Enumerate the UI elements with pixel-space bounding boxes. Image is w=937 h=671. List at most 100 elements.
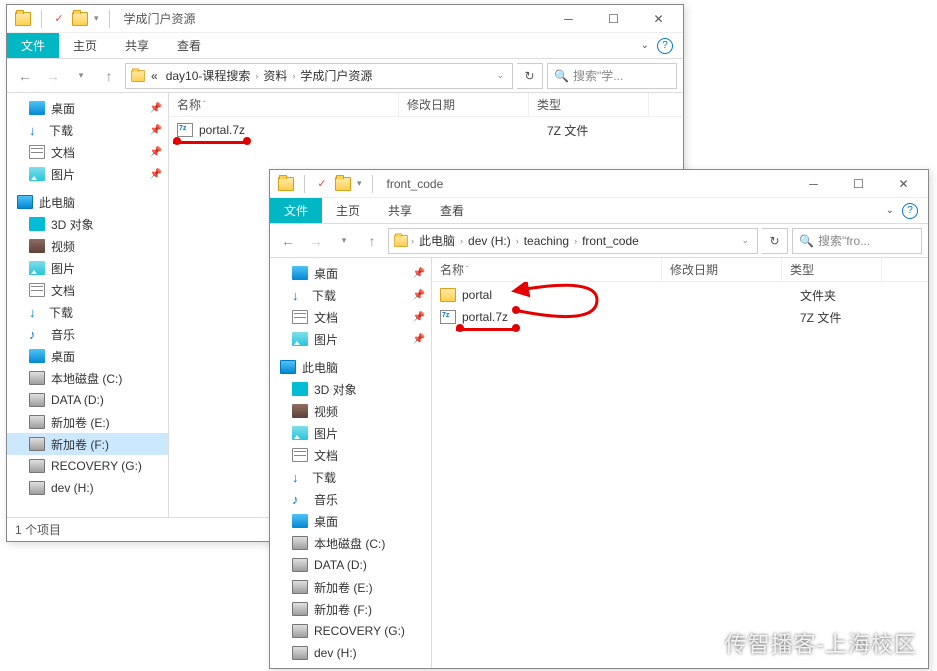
sidebar-item-drive-e[interactable]: 新加卷 (E:) — [7, 411, 168, 433]
refresh-button[interactable]: ↻ — [762, 228, 788, 254]
sidebar-item-pictures[interactable]: 图片 — [270, 422, 431, 444]
sidebar-item-thispc[interactable]: 此电脑 — [270, 356, 431, 378]
tab-view[interactable]: 查看 — [426, 198, 478, 223]
chevron-right-icon[interactable]: › — [292, 71, 295, 81]
back-button[interactable]: ← — [276, 229, 300, 253]
sidebar-item-pictures[interactable]: 图片 — [7, 257, 168, 279]
breadcrumb[interactable]: front_code — [579, 234, 642, 248]
sidebar-item-downloads[interactable]: 下载 — [7, 301, 168, 323]
minimize-button[interactable]: ─ — [546, 5, 591, 33]
chevron-right-icon[interactable]: › — [460, 236, 463, 246]
column-header-modified[interactable]: 修改日期 — [662, 258, 782, 281]
forward-button[interactable]: → — [304, 229, 328, 253]
sidebar-item-downloads[interactable]: 下载 — [270, 466, 431, 488]
sidebar-item-thispc[interactable]: 此电脑 — [7, 191, 168, 213]
chevron-down-icon[interactable]: ▾ — [357, 178, 362, 189]
sidebar-item-drive-f[interactable]: 新加卷 (F:) — [270, 598, 431, 620]
breadcrumb[interactable]: 此电脑 — [416, 232, 458, 249]
help-icon[interactable]: ? — [902, 203, 918, 219]
close-button[interactable]: ✕ — [881, 170, 926, 198]
sidebar-item-pictures[interactable]: 图片📌 — [270, 328, 431, 350]
close-button[interactable]: ✕ — [636, 5, 681, 33]
sidebar-item-drive-g[interactable]: RECOVERY (G:) — [270, 620, 431, 642]
chevron-right-icon[interactable]: › — [411, 236, 414, 246]
history-dropdown[interactable]: ▾ — [332, 229, 356, 253]
column-header-name[interactable]: 名称ˇ — [432, 258, 662, 281]
chevron-right-icon[interactable]: › — [255, 71, 258, 81]
sidebar-item-desktop[interactable]: 桌面📌 — [270, 262, 431, 284]
history-dropdown[interactable]: ▾ — [69, 64, 93, 88]
breadcrumb[interactable]: dev (H:) — [465, 234, 514, 248]
sidebar-item-downloads[interactable]: 下载📌 — [270, 284, 431, 306]
file-type: 文件夹 — [800, 287, 836, 304]
sidebar-item-drive-h[interactable]: dev (H:) — [270, 642, 431, 664]
column-header-modified[interactable]: 修改日期 — [399, 93, 529, 116]
sidebar-item-3dobjects[interactable]: 3D 对象 — [7, 213, 168, 235]
refresh-button[interactable]: ↻ — [517, 63, 543, 89]
breadcrumb[interactable]: 学成门户资源 — [297, 67, 375, 84]
tab-home[interactable]: 主页 — [322, 198, 374, 223]
sidebar-item-documents[interactable]: 文档📌 — [270, 306, 431, 328]
tab-file[interactable]: 文件 — [270, 198, 322, 223]
address-dropdown[interactable]: ⌄ — [737, 235, 753, 246]
tab-share[interactable]: 共享 — [374, 198, 426, 223]
sidebar-item-pictures[interactable]: 图片📌 — [7, 163, 168, 185]
sidebar-item-music[interactable]: 音乐 — [7, 323, 168, 345]
breadcrumb[interactable]: day10-课程搜索 — [163, 67, 254, 84]
sidebar-item-drive-c[interactable]: 本地磁盘 (C:) — [270, 532, 431, 554]
sidebar-item-drive-e[interactable]: 新加卷 (E:) — [270, 576, 431, 598]
sidebar-item-drive-h[interactable]: dev (H:) — [7, 477, 168, 499]
titlebar[interactable]: ▾ front_code ─ ☐ ✕ — [270, 170, 928, 198]
ribbon-collapse-icon[interactable]: ⌄ — [641, 40, 649, 51]
up-button[interactable]: ↑ — [360, 229, 384, 253]
sidebar-item-3dobjects[interactable]: 3D 对象 — [270, 378, 431, 400]
file-list[interactable]: portal 文件夹 portal.7z 7Z 文件 — [432, 282, 928, 668]
chevron-right-icon[interactable]: › — [574, 236, 577, 246]
titlebar[interactable]: ▾ 学成门户资源 ─ ☐ ✕ — [7, 5, 683, 33]
pin-icon: 📌 — [150, 125, 162, 136]
breadcrumb[interactable]: 资料 — [260, 67, 290, 84]
column-header-type[interactable]: 类型 — [782, 258, 882, 281]
tab-share[interactable]: 共享 — [111, 33, 163, 58]
back-button[interactable]: ← — [13, 64, 37, 88]
up-button[interactable]: ↑ — [97, 64, 121, 88]
sidebar-item-drive-d[interactable]: DATA (D:) — [270, 554, 431, 576]
sidebar-item-downloads[interactable]: 下载📌 — [7, 119, 168, 141]
address-bar[interactable]: › 此电脑 › dev (H:) › teaching › front_code… — [388, 228, 758, 254]
sidebar-item-drive-c[interactable]: 本地磁盘 (C:) — [7, 367, 168, 389]
help-icon[interactable]: ? — [657, 38, 673, 54]
sidebar-item-drive-f[interactable]: 新加卷 (F:) — [7, 433, 168, 455]
sidebar-item-drive-g[interactable]: RECOVERY (G:) — [7, 455, 168, 477]
sidebar-item-documents[interactable]: 文档📌 — [7, 141, 168, 163]
search-input[interactable]: 🔍 搜索"fro... — [792, 228, 922, 254]
chevron-down-icon[interactable]: ▾ — [94, 13, 99, 24]
sidebar-item-drive-d[interactable]: DATA (D:) — [7, 389, 168, 411]
sidebar-item-desktop[interactable]: 桌面📌 — [7, 97, 168, 119]
maximize-button[interactable]: ☐ — [836, 170, 881, 198]
sidebar-item-documents[interactable]: 文档 — [270, 444, 431, 466]
desktop-icon — [292, 514, 308, 528]
sidebar-item-documents[interactable]: 文档 — [7, 279, 168, 301]
chevron-right-icon[interactable]: › — [516, 236, 519, 246]
maximize-button[interactable]: ☐ — [591, 5, 636, 33]
minimize-button[interactable]: ─ — [791, 170, 836, 198]
tab-file[interactable]: 文件 — [7, 33, 59, 58]
breadcrumb[interactable]: teaching — [521, 234, 572, 248]
tab-home[interactable]: 主页 — [59, 33, 111, 58]
search-input[interactable]: 🔍 搜索"学... — [547, 63, 677, 89]
sidebar-item-desktop[interactable]: 桌面 — [270, 510, 431, 532]
forward-button[interactable]: → — [41, 64, 65, 88]
check-icon[interactable] — [52, 12, 66, 26]
column-header-type[interactable]: 类型 — [529, 93, 649, 116]
tab-view[interactable]: 查看 — [163, 33, 215, 58]
sidebar-item-videos[interactable]: 视频 — [7, 235, 168, 257]
check-icon[interactable] — [315, 177, 329, 191]
address-dropdown[interactable]: ⌄ — [492, 70, 508, 81]
sidebar-item-desktop[interactable]: 桌面 — [7, 345, 168, 367]
ribbon-collapse-icon[interactable]: ⌄ — [886, 205, 894, 216]
sidebar-item-label: 视频 — [51, 238, 75, 255]
sidebar-item-videos[interactable]: 视频 — [270, 400, 431, 422]
column-header-name[interactable]: 名称ˇ — [169, 93, 399, 116]
sidebar-item-music[interactable]: 音乐 — [270, 488, 431, 510]
address-bar[interactable]: « day10-课程搜索 › 资料 › 学成门户资源 ⌄ — [125, 63, 513, 89]
